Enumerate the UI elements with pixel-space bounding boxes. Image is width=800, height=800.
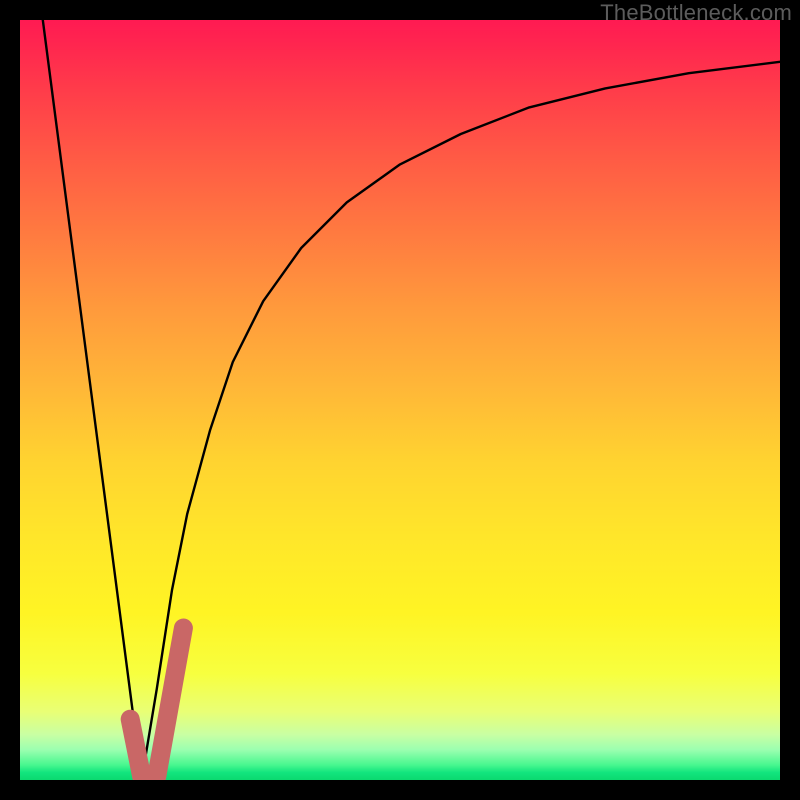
chart-frame: TheBottleneck.com: [0, 0, 800, 800]
plot-area: [20, 20, 780, 780]
curve-left-descent: [43, 20, 142, 780]
curve-right-rise: [142, 62, 780, 780]
highlight-checkmark: [130, 628, 183, 776]
curve-layer: [20, 20, 780, 780]
watermark-text: TheBottleneck.com: [600, 0, 792, 26]
